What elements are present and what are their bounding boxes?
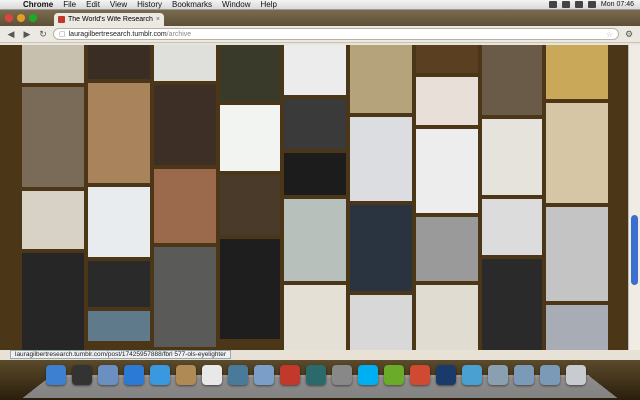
archive-thumbnail[interactable]: [220, 175, 280, 235]
archive-thumbnail[interactable]: [22, 45, 84, 83]
url-host: lauragilbertresearch.tumblr.com: [68, 30, 167, 38]
archive-thumbnail[interactable]: [154, 169, 216, 243]
link-status-bar: lauragilbertresearch.tumblr.com/post/174…: [10, 350, 232, 359]
archive-thumbnail[interactable]: [88, 261, 150, 307]
photoshop-icon[interactable]: [436, 365, 456, 385]
dock: [0, 360, 640, 400]
spotify-icon[interactable]: [384, 365, 404, 385]
bookmark-star-icon[interactable]: ☆: [606, 30, 613, 39]
dashboard-icon[interactable]: [72, 365, 92, 385]
archive-grid: [0, 45, 640, 350]
downloads-folder-icon[interactable]: [540, 365, 560, 385]
safari-icon[interactable]: [124, 365, 144, 385]
page-icon: ▢: [59, 31, 66, 38]
messenger-icon[interactable]: [462, 365, 482, 385]
address-bar[interactable]: ▢ lauragilbertresearch.tumblr.com/archiv…: [53, 28, 619, 40]
archive-thumbnail[interactable]: [482, 199, 542, 255]
wrench-menu-icon[interactable]: ⚙: [623, 29, 635, 40]
menu-bookmarks[interactable]: Bookmarks: [167, 0, 217, 10]
archive-thumbnail[interactable]: [350, 117, 412, 201]
screenshot-icon[interactable]: [332, 365, 352, 385]
clock[interactable]: Mon 07:46: [601, 1, 634, 8]
dropbox-icon[interactable]: [548, 1, 557, 8]
archive-thumbnail[interactable]: [350, 205, 412, 291]
archive-thumbnail[interactable]: [416, 285, 478, 350]
archive-thumbnail[interactable]: [416, 217, 478, 281]
iphoto-icon[interactable]: [228, 365, 248, 385]
battery-icon[interactable]: [587, 1, 596, 8]
menu-view[interactable]: View: [105, 0, 132, 10]
archive-thumbnail[interactable]: [22, 253, 84, 350]
volume-icon[interactable]: [574, 1, 583, 8]
archive-thumbnail[interactable]: [416, 45, 478, 73]
ichat-icon[interactable]: [150, 365, 170, 385]
archive-thumbnail[interactable]: [546, 207, 608, 301]
tab-active[interactable]: The World's Wife Research ×: [54, 13, 164, 26]
vertical-scrollbar[interactable]: [628, 45, 640, 350]
archive-thumbnail[interactable]: [350, 45, 412, 113]
archive-thumbnail[interactable]: [350, 295, 412, 350]
archive-thumbnail[interactable]: [88, 83, 150, 183]
preview-icon[interactable]: [488, 365, 508, 385]
zoom-window-button[interactable]: [29, 14, 37, 22]
archive-thumbnail[interactable]: [284, 45, 346, 95]
menu-edit[interactable]: Edit: [81, 0, 105, 10]
archive-thumbnail[interactable]: [220, 239, 280, 339]
archive-thumbnail[interactable]: [154, 85, 216, 165]
menu-app-name[interactable]: Chrome: [18, 0, 58, 10]
archive-thumbnail[interactable]: [416, 129, 478, 213]
trash-icon[interactable]: [566, 365, 586, 385]
archive-thumbnail[interactable]: [284, 199, 346, 281]
skype-icon[interactable]: [358, 365, 378, 385]
browser-toolbar: ◀ ▶ ↻ ▢ lauragilbertresearch.tumblr.com/…: [0, 26, 640, 43]
itunes-icon[interactable]: [254, 365, 274, 385]
url-path: /archive: [166, 30, 192, 38]
menu-window[interactable]: Window: [217, 0, 255, 10]
photo-booth-icon[interactable]: [280, 365, 300, 385]
forward-button[interactable]: ▶: [21, 28, 33, 40]
minimize-window-button[interactable]: [17, 14, 25, 22]
archive-thumbnail[interactable]: [88, 311, 150, 341]
archive-thumbnail[interactable]: [220, 45, 280, 101]
archive-thumbnail[interactable]: [88, 45, 150, 79]
reload-button[interactable]: ↻: [37, 28, 49, 40]
menu-history[interactable]: History: [132, 0, 167, 10]
archive-thumbnail[interactable]: [482, 45, 542, 115]
close-window-button[interactable]: [5, 14, 13, 22]
archive-thumbnail[interactable]: [482, 119, 542, 195]
archive-thumbnail[interactable]: [482, 259, 542, 350]
archive-thumbnail[interactable]: [546, 45, 608, 99]
archive-thumbnail[interactable]: [284, 153, 346, 195]
finder-icon[interactable]: [46, 365, 66, 385]
archive-thumbnail[interactable]: [154, 45, 216, 81]
menu-help[interactable]: Help: [255, 0, 281, 10]
archive-thumbnail[interactable]: [284, 99, 346, 149]
back-button[interactable]: ◀: [5, 28, 17, 40]
ical-icon[interactable]: [202, 365, 222, 385]
archive-thumbnail[interactable]: [546, 103, 608, 203]
tumblr-favicon-icon: [58, 16, 65, 23]
archive-thumbnail[interactable]: [154, 247, 216, 347]
menu-bar: Chrome File Edit View History Bookmarks …: [0, 0, 640, 10]
archive-thumbnail[interactable]: [88, 187, 150, 257]
archive-thumbnail[interactable]: [284, 285, 346, 350]
mail-icon[interactable]: [98, 365, 118, 385]
tab-title: The World's Wife Research: [68, 16, 153, 23]
time-machine-icon[interactable]: [306, 365, 326, 385]
archive-thumbnail[interactable]: [416, 77, 478, 125]
address-book-icon[interactable]: [176, 365, 196, 385]
applications-folder-icon[interactable]: [514, 365, 534, 385]
archive-thumbnail[interactable]: [546, 305, 608, 350]
wifi-icon[interactable]: [561, 1, 570, 8]
scrollbar-thumb[interactable]: [631, 215, 638, 285]
tab-strip: The World's Wife Research ×: [0, 10, 640, 26]
chrome-icon[interactable]: [410, 365, 430, 385]
archive-thumbnail[interactable]: [22, 87, 84, 187]
tab-close-icon[interactable]: ×: [156, 16, 160, 23]
archive-thumbnail[interactable]: [22, 191, 84, 249]
menu-file[interactable]: File: [58, 0, 81, 10]
archive-thumbnail[interactable]: [220, 105, 280, 171]
